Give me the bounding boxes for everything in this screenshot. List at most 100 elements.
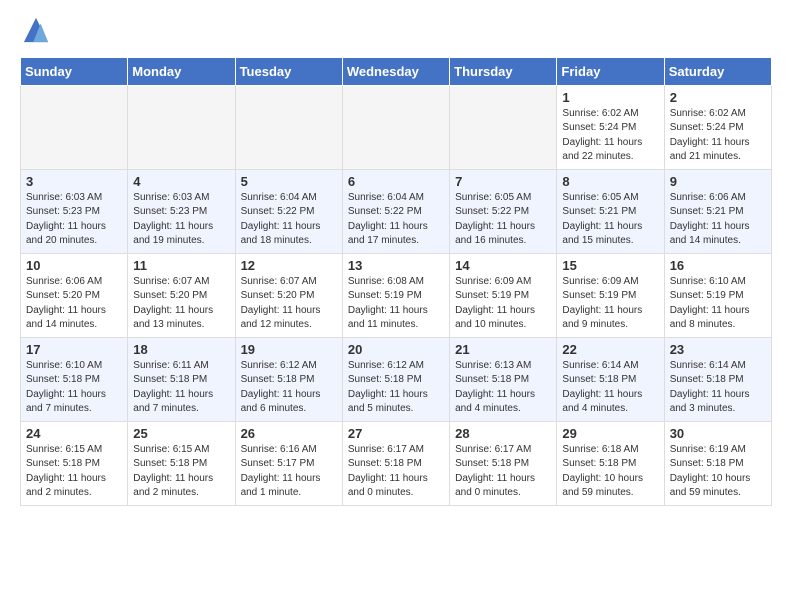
day-detail: Sunrise: 6:02 AM Sunset: 5:24 PM Dayligh… xyxy=(562,107,658,165)
day-number: 24 xyxy=(26,426,122,441)
day-number: 23 xyxy=(670,342,766,357)
calendar-week-4: 17 Sunrise: 6:10 AM Sunset: 5:18 PM Dayli… xyxy=(21,337,772,421)
calendar-cell: 17 Sunrise: 6:10 AM Sunset: 5:18 PM Dayli… xyxy=(21,337,128,421)
day-number: 3 xyxy=(26,174,122,189)
calendar-cell: 15 Sunrise: 6:09 AM Sunset: 5:19 PM Dayli… xyxy=(557,253,664,337)
calendar-cell: 9 Sunrise: 6:06 AM Sunset: 5:21 PM Daylig… xyxy=(664,169,771,253)
day-number: 21 xyxy=(455,342,551,357)
day-detail: Sunrise: 6:03 AM Sunset: 5:23 PM Dayligh… xyxy=(26,191,122,249)
day-number: 9 xyxy=(670,174,766,189)
calendar-cell: 19 Sunrise: 6:12 AM Sunset: 5:18 PM Dayli… xyxy=(235,337,342,421)
day-number: 25 xyxy=(133,426,229,441)
day-header-saturday: Saturday xyxy=(664,57,771,85)
day-number: 1 xyxy=(562,90,658,105)
calendar-cell xyxy=(450,85,557,169)
day-header-tuesday: Tuesday xyxy=(235,57,342,85)
calendar-cell: 5 Sunrise: 6:04 AM Sunset: 5:22 PM Daylig… xyxy=(235,169,342,253)
calendar-cell: 14 Sunrise: 6:09 AM Sunset: 5:19 PM Dayli… xyxy=(450,253,557,337)
day-header-sunday: Sunday xyxy=(21,57,128,85)
calendar-cell xyxy=(342,85,449,169)
day-number: 29 xyxy=(562,426,658,441)
day-detail: Sunrise: 6:09 AM Sunset: 5:19 PM Dayligh… xyxy=(455,275,551,333)
day-number: 11 xyxy=(133,258,229,273)
day-number: 12 xyxy=(241,258,337,273)
calendar-week-3: 10Sunrise: 6:06 AM Sunset: 5:20 PM Dayli… xyxy=(21,253,772,337)
day-detail: Sunrise: 6:05 AM Sunset: 5:21 PM Dayligh… xyxy=(562,191,658,249)
calendar-cell: 16 Sunrise: 6:10 AM Sunset: 5:19 PM Dayli… xyxy=(664,253,771,337)
calendar-cell: 18Sunrise: 6:11 AM Sunset: 5:18 PM Dayli… xyxy=(128,337,235,421)
day-detail: Sunrise: 6:17 AM Sunset: 5:18 PM Dayligh… xyxy=(455,443,551,501)
calendar-cell: 28 Sunrise: 6:17 AM Sunset: 5:18 PM Dayli… xyxy=(450,421,557,505)
day-number: 14 xyxy=(455,258,551,273)
day-detail: Sunrise: 6:07 AM Sunset: 5:20 PM Dayligh… xyxy=(241,275,337,333)
day-detail: Sunrise: 6:02 AM Sunset: 5:24 PM Dayligh… xyxy=(670,107,766,165)
calendar-cell xyxy=(21,85,128,169)
day-detail: Sunrise: 6:05 AM Sunset: 5:22 PM Dayligh… xyxy=(455,191,551,249)
day-number: 8 xyxy=(562,174,658,189)
calendar-wrapper: SundayMondayTuesdayWednesdayThursdayFrid… xyxy=(0,57,792,516)
calendar-cell: 23 Sunrise: 6:14 AM Sunset: 5:18 PM Dayli… xyxy=(664,337,771,421)
calendar-week-5: 24 Sunrise: 6:15 AM Sunset: 5:18 PM Dayli… xyxy=(21,421,772,505)
calendar-cell: 22Sunrise: 6:14 AM Sunset: 5:18 PM Dayli… xyxy=(557,337,664,421)
day-number: 13 xyxy=(348,258,444,273)
day-detail: Sunrise: 6:09 AM Sunset: 5:19 PM Dayligh… xyxy=(562,275,658,333)
calendar-cell: 4 Sunrise: 6:03 AM Sunset: 5:23 PM Daylig… xyxy=(128,169,235,253)
day-detail: Sunrise: 6:03 AM Sunset: 5:23 PM Dayligh… xyxy=(133,191,229,249)
calendar-body: 1 Sunrise: 6:02 AM Sunset: 5:24 PM Daylig… xyxy=(21,85,772,505)
day-detail: Sunrise: 6:06 AM Sunset: 5:21 PM Dayligh… xyxy=(670,191,766,249)
day-number: 7 xyxy=(455,174,551,189)
day-number: 30 xyxy=(670,426,766,441)
day-number: 19 xyxy=(241,342,337,357)
day-header-monday: Monday xyxy=(128,57,235,85)
day-number: 26 xyxy=(241,426,337,441)
day-number: 5 xyxy=(241,174,337,189)
page-header xyxy=(0,0,792,57)
day-number: 28 xyxy=(455,426,551,441)
calendar-cell: 24 Sunrise: 6:15 AM Sunset: 5:18 PM Dayli… xyxy=(21,421,128,505)
day-number: 2 xyxy=(670,90,766,105)
day-number: 15 xyxy=(562,258,658,273)
calendar-cell: 21 Sunrise: 6:13 AM Sunset: 5:18 PM Dayli… xyxy=(450,337,557,421)
calendar-cell: 3 Sunrise: 6:03 AM Sunset: 5:23 PM Daylig… xyxy=(21,169,128,253)
day-detail: Sunrise: 6:06 AM Sunset: 5:20 PM Dayligh… xyxy=(26,275,122,333)
day-detail: Sunrise: 6:10 AM Sunset: 5:18 PM Dayligh… xyxy=(26,359,122,417)
day-header-thursday: Thursday xyxy=(450,57,557,85)
calendar-header-row: SundayMondayTuesdayWednesdayThursdayFrid… xyxy=(21,57,772,85)
calendar-cell: 27 Sunrise: 6:17 AM Sunset: 5:18 PM Dayli… xyxy=(342,421,449,505)
calendar-cell xyxy=(235,85,342,169)
day-detail: Sunrise: 6:14 AM Sunset: 5:18 PM Dayligh… xyxy=(670,359,766,417)
day-detail: Sunrise: 6:17 AM Sunset: 5:18 PM Dayligh… xyxy=(348,443,444,501)
day-number: 22 xyxy=(562,342,658,357)
day-number: 4 xyxy=(133,174,229,189)
day-number: 17 xyxy=(26,342,122,357)
calendar-week-1: 1 Sunrise: 6:02 AM Sunset: 5:24 PM Daylig… xyxy=(21,85,772,169)
calendar-week-2: 3 Sunrise: 6:03 AM Sunset: 5:23 PM Daylig… xyxy=(21,169,772,253)
day-number: 27 xyxy=(348,426,444,441)
day-detail: Sunrise: 6:19 AM Sunset: 5:18 PM Dayligh… xyxy=(670,443,766,501)
calendar-cell: 1 Sunrise: 6:02 AM Sunset: 5:24 PM Daylig… xyxy=(557,85,664,169)
day-detail: Sunrise: 6:04 AM Sunset: 5:22 PM Dayligh… xyxy=(348,191,444,249)
day-detail: Sunrise: 6:16 AM Sunset: 5:17 PM Dayligh… xyxy=(241,443,337,501)
calendar-cell: 7 Sunrise: 6:05 AM Sunset: 5:22 PM Daylig… xyxy=(450,169,557,253)
calendar-cell: 20 Sunrise: 6:12 AM Sunset: 5:18 PM Dayli… xyxy=(342,337,449,421)
day-number: 16 xyxy=(670,258,766,273)
day-detail: Sunrise: 6:12 AM Sunset: 5:18 PM Dayligh… xyxy=(348,359,444,417)
day-detail: Sunrise: 6:11 AM Sunset: 5:18 PM Dayligh… xyxy=(133,359,229,417)
day-detail: Sunrise: 6:07 AM Sunset: 5:20 PM Dayligh… xyxy=(133,275,229,333)
calendar-cell: 26 Sunrise: 6:16 AM Sunset: 5:17 PM Dayli… xyxy=(235,421,342,505)
day-detail: Sunrise: 6:13 AM Sunset: 5:18 PM Dayligh… xyxy=(455,359,551,417)
calendar-cell: 6 Sunrise: 6:04 AM Sunset: 5:22 PM Daylig… xyxy=(342,169,449,253)
calendar-cell: 2 Sunrise: 6:02 AM Sunset: 5:24 PM Daylig… xyxy=(664,85,771,169)
day-detail: Sunrise: 6:15 AM Sunset: 5:18 PM Dayligh… xyxy=(26,443,122,501)
calendar-cell: 30 Sunrise: 6:19 AM Sunset: 5:18 PM Dayli… xyxy=(664,421,771,505)
day-detail: Sunrise: 6:04 AM Sunset: 5:22 PM Dayligh… xyxy=(241,191,337,249)
logo-icon xyxy=(22,16,50,44)
day-detail: Sunrise: 6:08 AM Sunset: 5:19 PM Dayligh… xyxy=(348,275,444,333)
day-number: 20 xyxy=(348,342,444,357)
day-header-friday: Friday xyxy=(557,57,664,85)
calendar-cell: 11 Sunrise: 6:07 AM Sunset: 5:20 PM Dayli… xyxy=(128,253,235,337)
logo xyxy=(20,16,50,49)
day-detail: Sunrise: 6:10 AM Sunset: 5:19 PM Dayligh… xyxy=(670,275,766,333)
day-number: 6 xyxy=(348,174,444,189)
day-detail: Sunrise: 6:12 AM Sunset: 5:18 PM Dayligh… xyxy=(241,359,337,417)
